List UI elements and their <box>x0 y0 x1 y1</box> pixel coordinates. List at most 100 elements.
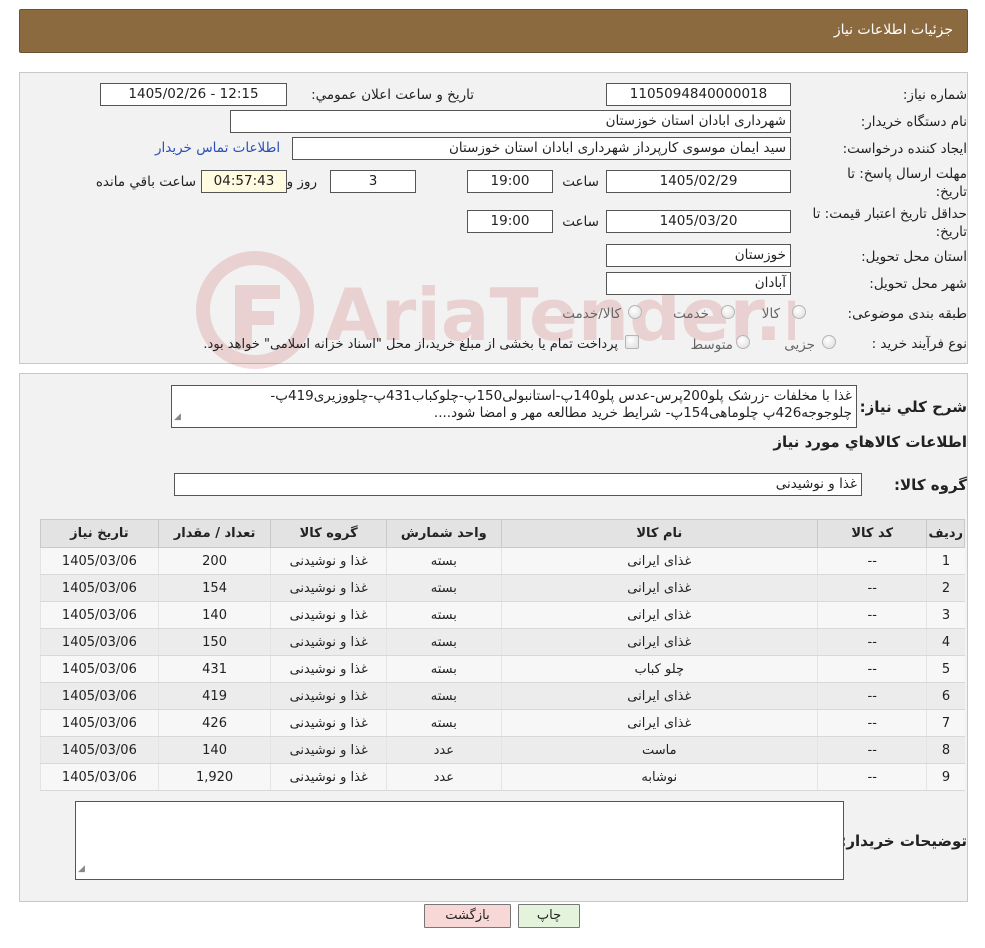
table-row[interactable]: 2 -- غذای ایرانی بسته غذا و نوشیدنی 154 … <box>40 574 965 602</box>
cell-code: -- <box>816 628 927 656</box>
category-goods-service-radio[interactable] <box>628 305 642 319</box>
col-group: گروه کالا <box>270 519 387 548</box>
deadline-date-field[interactable]: 1405/02/29 <box>606 170 791 193</box>
cell-name: چلو کباب <box>500 655 818 683</box>
cell-name: ماست <box>500 736 818 764</box>
summary-textarea[interactable]: غذا با مخلفات -زرشک پلو200پرس-عدس پلو140… <box>171 385 857 428</box>
table-row[interactable]: 3 -- غذای ایرانی بسته غذا و نوشیدنی 140 … <box>40 601 965 629</box>
validity-label-date: تاریخ: <box>935 224 967 240</box>
cell-code: -- <box>816 655 927 683</box>
cell-row: 4 <box>926 628 965 656</box>
table-row[interactable]: 8 -- ماست عدد غذا و نوشیدنی 140 1405/03/… <box>40 736 965 764</box>
deadline-label: مهلت ارسال پاسخ: تا <box>847 166 967 182</box>
cell-quantity: 140 <box>157 736 271 764</box>
table-row[interactable]: 4 -- غذای ایرانی بسته غذا و نوشیدنی 150 … <box>40 628 965 656</box>
category-service-radio[interactable] <box>721 305 735 319</box>
cell-code: -- <box>816 682 927 710</box>
remaining-time-field: 04:57:43 <box>201 170 287 193</box>
cell-unit: عدد <box>385 763 502 791</box>
cell-date: 1405/03/06 <box>40 574 159 602</box>
goods-group-field[interactable]: غذا و نوشیدنی <box>174 473 862 496</box>
summary-label: شرح کلي نياز: <box>859 398 967 416</box>
cell-date: 1405/03/06 <box>40 763 159 791</box>
deadline-label-date: تاریخ: <box>935 184 967 200</box>
treasury-checkbox[interactable] <box>625 335 639 349</box>
col-quantity: تعداد / مقدار <box>157 519 272 548</box>
col-date: تاریخ نیاز <box>40 519 159 548</box>
cell-row: 2 <box>926 574 965 602</box>
remaining-days-field[interactable]: 3 <box>330 170 416 193</box>
cell-quantity: 419 <box>157 682 271 710</box>
cell-code: -- <box>816 547 927 575</box>
cell-group: غذا و نوشیدنی <box>270 655 387 683</box>
table-row[interactable]: 9 -- نوشابه عدد غذا و نوشیدنی 1,920 1405… <box>40 763 965 791</box>
need-number-label: شماره نیاز: <box>902 87 967 103</box>
cell-quantity: 431 <box>157 655 271 683</box>
validity-date-field[interactable]: 1405/03/20 <box>606 210 791 233</box>
table-header-row: ردیف کد کالا نام کالا واحد شمارش گروه کا… <box>40 519 965 548</box>
cell-quantity: 426 <box>157 709 271 737</box>
cell-unit: بسته <box>385 601 502 629</box>
cell-quantity: 1,920 <box>157 763 271 791</box>
buyer-org-label: نام دستگاه خریدار: <box>860 114 967 130</box>
deadline-hour-label: ساعت <box>562 174 599 190</box>
col-name: نام کالا <box>500 519 818 548</box>
cell-row: 3 <box>926 601 965 629</box>
table-row[interactable]: 5 -- چلو کباب بسته غذا و نوشیدنی 431 140… <box>40 655 965 683</box>
process-label: نوع فرآیند خرید : <box>871 336 967 352</box>
cell-date: 1405/03/06 <box>40 682 159 710</box>
cell-unit: بسته <box>385 655 502 683</box>
process-medium-label: متوسط <box>690 337 733 353</box>
category-service-label: خدمت <box>673 306 709 322</box>
items-table: ردیف کد کالا نام کالا واحد شمارش گروه کا… <box>40 519 965 791</box>
category-goods-radio[interactable] <box>792 305 806 319</box>
print-button[interactable]: چاپ <box>518 904 580 928</box>
buyer-notes-label: توضیحات خریدار: <box>840 832 967 850</box>
creator-field[interactable]: سید ایمان موسوی کارپرداز شهرداری ابادان … <box>292 137 791 160</box>
table-row[interactable]: 7 -- غذای ایرانی بسته غذا و نوشیدنی 426 … <box>40 709 965 737</box>
cell-code: -- <box>816 763 927 791</box>
city-field[interactable]: آبادان <box>606 272 791 295</box>
buyer-org-field[interactable]: شهرداری ابادان استان خوزستان <box>230 110 791 133</box>
process-medium-radio[interactable] <box>736 335 750 349</box>
cell-group: غذا و نوشیدنی <box>270 601 387 629</box>
cell-name: غذای ایرانی <box>500 682 818 710</box>
cell-group: غذا و نوشیدنی <box>270 709 387 737</box>
resize-grip-icon[interactable]: ◢ <box>78 861 85 878</box>
page-header: جزئيات اطلاعات نياز <box>19 9 968 53</box>
col-code: کد کالا <box>816 519 928 548</box>
goods-group-label: گروه کالا: <box>894 476 967 494</box>
cell-code: -- <box>816 736 927 764</box>
resize-grip-icon[interactable]: ◢ <box>174 409 181 426</box>
validity-label: حداقل تاریخ اعتبار قیمت: تا <box>812 206 967 222</box>
buyer-notes-textarea[interactable]: ◢ <box>75 801 844 880</box>
announce-field[interactable]: 1405/02/26 - 12:15 <box>100 83 287 106</box>
cell-date: 1405/03/06 <box>40 655 159 683</box>
validity-time-field[interactable]: 19:00 <box>467 210 553 233</box>
need-number-field[interactable]: 1105094840000018 <box>606 83 791 106</box>
cell-row: 7 <box>926 709 965 737</box>
cell-group: غذا و نوشیدنی <box>270 574 387 602</box>
cell-unit: بسته <box>385 574 502 602</box>
cell-row: 5 <box>926 655 965 683</box>
process-minor-radio[interactable] <box>822 335 836 349</box>
cell-name: غذای ایرانی <box>500 547 818 575</box>
province-field[interactable]: خوزستان <box>606 244 791 267</box>
cell-quantity: 150 <box>157 628 271 656</box>
cell-name: غذای ایرانی <box>500 709 818 737</box>
cell-unit: عدد <box>385 736 502 764</box>
cell-row: 1 <box>926 547 965 575</box>
items-table-body: 1 -- غذای ایرانی بسته غذا و نوشیدنی 200 … <box>40 547 965 791</box>
validity-hour-label: ساعت <box>562 214 599 230</box>
back-button[interactable]: بازگشت <box>424 904 511 928</box>
buyer-contact-link[interactable]: اطلاعات تماس خریدار <box>155 140 280 156</box>
category-label: طبقه بندی موضوعی: <box>847 306 967 322</box>
table-row[interactable]: 6 -- غذای ایرانی بسته غذا و نوشیدنی 419 … <box>40 682 965 710</box>
cell-group: غذا و نوشیدنی <box>270 547 387 575</box>
category-goods-service-label: کالا/خدمت <box>562 306 621 322</box>
cell-name: نوشابه <box>500 763 818 791</box>
table-row[interactable]: 1 -- غذای ایرانی بسته غذا و نوشیدنی 200 … <box>40 547 965 575</box>
col-row: ردیف <box>926 519 965 548</box>
cell-name: غذای ایرانی <box>500 601 818 629</box>
deadline-time-field[interactable]: 19:00 <box>467 170 553 193</box>
